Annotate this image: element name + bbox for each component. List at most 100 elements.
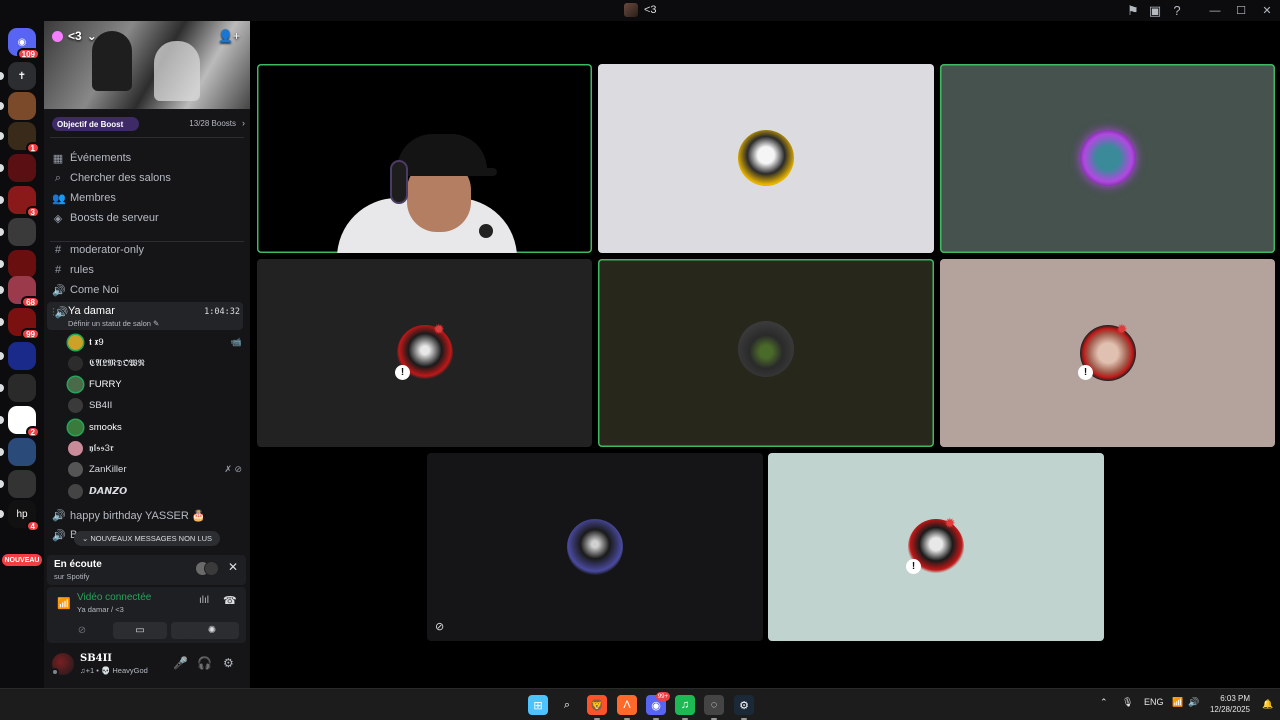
disconnect-icon[interactable]: ☎ (223, 594, 237, 607)
channel-rules[interactable]: # rules (50, 260, 244, 280)
member-name: 𝘿𝘼𝙉𝙕𝙊 (89, 485, 128, 497)
member-name: FURRY (89, 379, 122, 391)
notifications-icon[interactable]: 🔔 (1262, 699, 1273, 710)
server-icon-2[interactable]: ✝ (8, 62, 36, 90)
voice-member[interactable]: 𝕮𝕬𝕷𝕸𝕯𝕺𝖂𝕹 (68, 354, 244, 372)
server-icon-8[interactable] (8, 250, 36, 278)
tile-streamer-camera[interactable] (257, 64, 592, 253)
headphones-icon[interactable]: 🎧 (197, 656, 212, 670)
close-button[interactable]: ✕ (1254, 0, 1280, 21)
voice-location[interactable]: Ya damar / <3 (77, 605, 124, 614)
search-icon[interactable]: ⌕ (557, 695, 577, 715)
steam-icon[interactable]: ⚙ (734, 695, 754, 720)
server-icon-3[interactable] (8, 92, 36, 120)
server-icon-15[interactable] (8, 470, 36, 498)
tile-user-2[interactable] (598, 64, 934, 253)
nav-label: Boosts de serveur (70, 212, 159, 224)
anger-decoration-icon: ✹ (1116, 321, 1128, 337)
member-name: 𝕮𝕬𝕷𝕸𝕯𝕺𝖂𝕹 (89, 357, 145, 369)
server-icon-16[interactable]: hp 4 (8, 500, 40, 532)
microphone-tray-icon[interactable]: 🎙 (1122, 697, 1133, 708)
voice-status[interactable]: Vidéo connectée (77, 592, 151, 603)
voice-member[interactable]: FURRY (68, 376, 244, 394)
voice-member[interactable]: SB4II (68, 397, 244, 415)
nav-boost[interactable]: ◈ Boosts de serveur (50, 208, 244, 228)
close-icon[interactable]: ✕ (228, 560, 238, 574)
new-unread-messages-button[interactable]: ⌄ NOUVEAUX MESSAGES NON LUS (74, 531, 220, 546)
wifi-icon[interactable]: 📶 (1172, 697, 1183, 708)
window-title-text: <3 (644, 4, 657, 16)
server-icon-1[interactable]: ◉ 109 (8, 28, 40, 60)
soundboard-button[interactable]: ✺ (185, 622, 239, 639)
nav-browse-channels[interactable]: ⌕ Chercher des salons (50, 168, 244, 188)
listening-avatars[interactable] (195, 561, 219, 576)
voice-member[interactable]: 𝖙 𝖝9 📹 (68, 333, 244, 351)
member-state-icons: 📹 (230, 336, 242, 347)
server-icon-9[interactable]: 68 (8, 276, 40, 308)
app-a-icon[interactable]: Λ (617, 695, 637, 720)
tile-user-7[interactable]: ⊘ (427, 453, 763, 641)
voice-channel-ya-damar[interactable]: ⫶🔊 Ya damar Définir un statut de salon ✎… (47, 302, 243, 330)
avatar (204, 561, 219, 576)
inbox-flag-icon[interactable]: ⚑ (1122, 0, 1144, 21)
nav-label: Membres (70, 192, 116, 204)
channel-status-prompt[interactable]: Définir un statut de salon ✎ (68, 319, 159, 328)
app-circle-icon[interactable]: ◌ (704, 695, 724, 720)
user-avatar (738, 130, 794, 186)
server-icon-4[interactable]: 1 (8, 122, 40, 154)
tile-user-6[interactable]: ! ✹ (940, 259, 1275, 447)
channel-come-noi[interactable]: 🔊 Come Noi (50, 280, 244, 300)
server-icon-7[interactable] (8, 218, 36, 246)
nav-label: Chercher des salons (70, 172, 171, 184)
spotify-icon[interactable]: ♫ (675, 695, 695, 720)
start-icon[interactable]: ⊞ (528, 695, 548, 715)
screen-share-icon[interactable]: ▣ (1144, 0, 1166, 21)
signal-icon[interactable]: 📶 (57, 597, 71, 610)
server-icon-6[interactable]: 3 (8, 186, 40, 218)
voice-member[interactable]: 𝖞𝖑𝖘𝖘3𝖗 (68, 440, 244, 458)
server-icon-11[interactable] (8, 342, 36, 370)
user-avatar[interactable] (51, 653, 74, 676)
server-name-header[interactable]: <3 ⌄ (52, 29, 97, 43)
server-icon-12[interactable] (8, 374, 36, 402)
tile-user-8[interactable]: ! ✹ (768, 453, 1104, 641)
camera-off-button[interactable]: ⊘ (55, 622, 109, 639)
server-banner[interactable]: <3 ⌄ 👤+ (44, 21, 250, 109)
voice-member[interactable]: 𝘿𝘼𝙉𝙕𝙊 (68, 482, 244, 500)
calendar-icon: ▦ (52, 152, 64, 165)
voice-member[interactable]: smooks (68, 418, 244, 436)
system-clock[interactable]: 6:03 PM 12/28/2025 (1210, 693, 1250, 715)
invite-people-icon[interactable]: 👤+ (218, 29, 240, 43)
microphone-icon[interactable]: 🎤 (173, 656, 188, 670)
server-icon-13[interactable]: 2 (8, 406, 40, 438)
voice-channel[interactable]: 🔊 happy birthday YASSER 🎂 (50, 505, 244, 525)
unread-pill (0, 196, 4, 204)
boost-progress-bar[interactable]: Objectif de Boost 13/28 Boosts › (44, 114, 250, 134)
nav-calendar[interactable]: ▦ Événements (50, 148, 244, 168)
minimize-button[interactable]: — (1202, 0, 1228, 21)
maximize-button[interactable]: ☐ (1228, 0, 1254, 21)
username[interactable]: SB4II (80, 653, 112, 664)
discord-icon[interactable]: ◉ 99+ (646, 692, 670, 720)
new-servers-badge[interactable]: NOUVEAU (2, 554, 42, 566)
settings-gear-icon[interactable]: ⚙ (223, 656, 234, 670)
show-hidden-icons-icon[interactable]: ⌃ (1100, 697, 1108, 708)
nav-members[interactable]: 👥 Membres (50, 188, 244, 208)
brave-icon[interactable]: 🦁 (587, 695, 607, 720)
server-icon-5[interactable] (8, 154, 36, 182)
clock-date: 12/28/2025 (1209, 705, 1250, 714)
input-language[interactable]: ENG (1144, 697, 1164, 707)
server-icon-10[interactable]: 99 (8, 308, 40, 340)
channel-moderator-only[interactable]: # moderator-only (50, 240, 244, 260)
volume-icon[interactable]: 🔊 (1188, 697, 1199, 708)
noise-suppression-icon[interactable]: ılıl (199, 595, 209, 606)
server-icon-14[interactable] (8, 438, 36, 466)
tile-user-3[interactable] (940, 64, 1275, 253)
tile-user-5[interactable] (598, 259, 934, 447)
voice-member[interactable]: ZanKiller ✗ ⊘ (68, 461, 244, 479)
help-icon[interactable]: ? (1166, 0, 1188, 21)
unread-pill (0, 228, 4, 236)
tile-user-4[interactable]: ! ✹ (257, 259, 592, 447)
mention-badge: 2 (25, 426, 40, 438)
screen-share-button[interactable]: ▭ (113, 622, 167, 639)
